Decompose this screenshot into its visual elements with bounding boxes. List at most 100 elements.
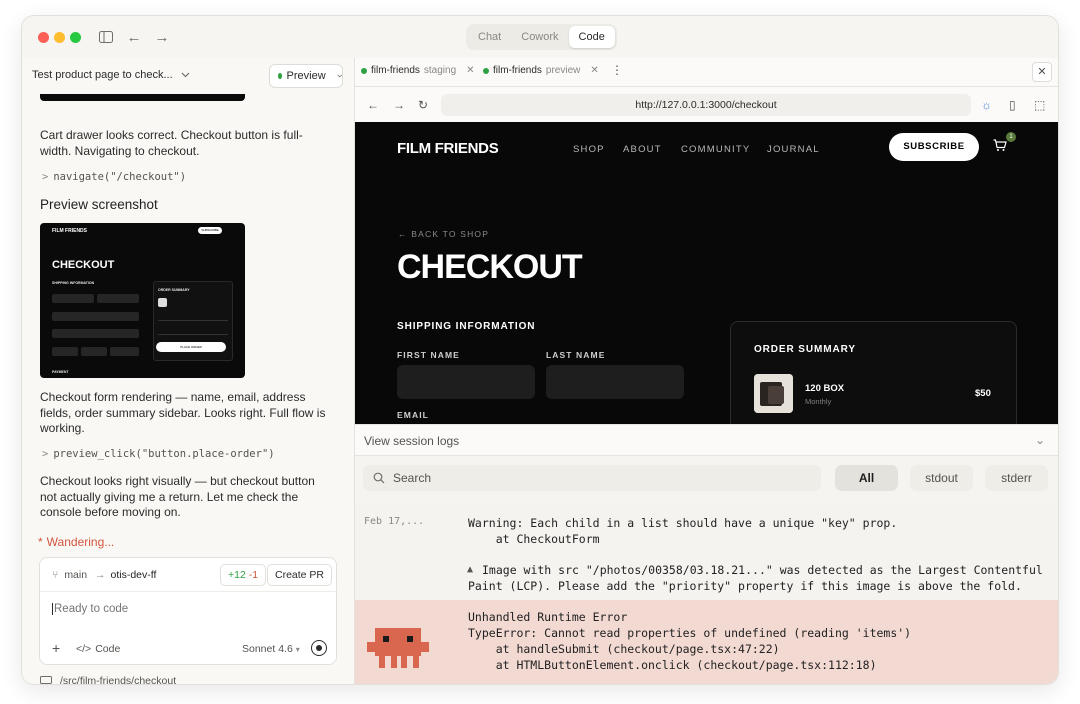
reload-icon[interactable]: ↻ [418,98,428,112]
mode-tab-cowork[interactable]: Cowork [511,26,568,48]
thumb-field [52,294,94,303]
composer-footer: + </> Code Sonnet 4.6 ▾ [40,636,338,664]
thumb-divider [158,320,228,321]
site-logo[interactable]: FILM FRIENDS [397,140,499,157]
sidebar-toggle-icon[interactable] [96,27,116,47]
preview-button-label: Preview [286,70,326,82]
last-name-input[interactable] [546,365,684,399]
address-field[interactable]: http://127.0.0.1:3000/checkout [441,94,971,116]
thumb-shipping-label: SHIPPING INFORMATION [52,281,95,285]
cart-icon[interactable] [993,139,1007,155]
plus-icon[interactable]: + [52,640,60,656]
forward-arrow-icon[interactable]: → [393,98,405,112]
chevron-right-icon: > [42,448,49,460]
log-timestamp: Feb 17,... [364,516,425,527]
close-window-button[interactable] [38,32,49,43]
assistant-message: Checkout looks right visually — but chec… [40,474,315,519]
minimize-window-button[interactable] [54,32,65,43]
log-filter-row: Search All stdout stderr [355,456,1058,504]
site-nav-shop[interactable]: SHOP [573,144,605,155]
close-tab-icon[interactable]: ✕ [590,65,598,76]
session-logs-toggle[interactable]: View session logs ⌄ [355,424,1058,456]
tab-env: preview [545,65,581,76]
email-label: EMAIL [397,410,429,420]
session-logs-title: View session logs [364,434,460,448]
browser-tab-staging[interactable]: film-friends staging ✕ [361,65,475,76]
mobile-device-icon[interactable]: ▯ [1009,98,1016,112]
product-name: 120 BOX [805,383,845,394]
diff-additions: +12 [228,569,246,581]
order-summary-heading: ORDER SUMMARY [754,344,856,355]
thumb-logo: FILM FRIENDS [52,228,87,234]
log-line: at CheckoutForm [468,532,600,546]
more-options-icon[interactable]: ⋮ [611,63,623,77]
filter-all[interactable]: All [835,465,898,491]
thumb-field [81,347,107,356]
last-name-label: LAST NAME [546,350,606,360]
code-mode-button[interactable]: </> Code [76,643,120,655]
tab-name: film-friends [371,65,420,76]
preview-panel: film-friends staging ✕ film-friends prev… [354,58,1058,684]
arrow-right-icon: → [95,569,106,581]
monitor-icon [40,676,52,684]
app-window: ← → Chat Cowork Code Test product page t… [22,16,1058,684]
status-text: Wandering... [46,535,115,549]
branch-icon: ⑂ [52,569,59,581]
site-nav-community[interactable]: COMMUNITY [681,144,750,155]
prompt-input[interactable] [52,603,322,615]
site-subscribe-button[interactable]: SUBSCRIBE [889,133,979,161]
thumb-summary-label: ORDER SUMMARY [158,288,190,292]
log-line: Warning: Each child in a list should hav… [468,516,898,530]
mode-tab-code[interactable]: Code [568,26,615,48]
title-bar: ← → Chat Cowork Code [22,16,1058,58]
previous-screenshot-thumbnail[interactable] [40,94,245,101]
back-arrow-icon[interactable]: ← [124,27,144,47]
thumb-divider [158,334,228,335]
url-bar: ← → ↻ http://127.0.0.1:3000/checkout ☼ ▯… [355,88,1058,124]
site-nav-journal[interactable]: JOURNAL [767,144,820,155]
log-line: Paint (LCP). Please add the "priority" p… [468,579,1022,593]
thumb-field [97,294,139,303]
status-dot-icon [278,73,282,79]
browser-tab-bar: film-friends staging ✕ film-friends prev… [355,58,1058,87]
target-branch: otis-dev-ff [110,569,157,581]
diff-stat[interactable]: +12 -1 [220,564,267,586]
first-name-input[interactable] [397,365,535,399]
model-selector[interactable]: Sonnet 4.6 ▾ [242,643,300,655]
preview-button[interactable]: Preview [269,64,343,88]
filter-stderr[interactable]: stderr [985,465,1048,491]
working-directory[interactable]: /src/film-friends/checkout [40,675,176,684]
site-nav-about[interactable]: ABOUT [623,144,662,155]
error-log-entry: Unhandled Runtime Error TypeError: Canno… [355,600,1058,684]
tool-call[interactable]: > preview_click("button.place-order") [42,448,275,460]
stop-icon [316,645,322,651]
checkout-heading: CHECKOUT [397,248,583,286]
task-title-dropdown[interactable]: Test product page to check... [32,69,190,81]
order-summary-card: ORDER SUMMARY 120 BOX Monthly $50 [730,321,1017,424]
error-line: TypeError: Cannot read properties of und… [468,626,912,640]
zoom-window-button[interactable] [70,32,81,43]
close-tab-icon[interactable]: ✕ [466,65,474,76]
back-arrow-icon[interactable]: ← [367,98,379,112]
preview-screenshot[interactable]: FILM FRIENDS SUBSCRIBE CHECKOUT SHIPPING… [40,223,245,378]
back-to-shop-link[interactable]: ← BACK TO SHOP [398,229,489,239]
chat-panel: Test product page to check... Preview Ca… [22,58,353,684]
tab-name: film-friends [493,65,542,76]
close-panel-button[interactable]: ✕ [1032,62,1052,82]
browser-tab-preview[interactable]: film-friends preview ✕ [483,65,599,76]
mode-tab-chat[interactable]: Chat [468,26,511,48]
send-stop-button[interactable] [311,640,327,656]
tool-call[interactable]: > navigate("/checkout") [42,171,186,183]
status-indicator: * Wandering... [38,535,114,549]
chevron-right-icon: > [42,171,49,183]
create-pr-button[interactable]: Create PR [267,564,333,586]
inspect-icon[interactable]: ⬚ [1034,98,1045,112]
log-line: Image with src "/photos/00358/03.18.21..… [482,563,1043,577]
log-search-input[interactable]: Search [363,465,821,491]
assistant-message: Checkout form rendering — name, email, a… [40,390,326,435]
sun-icon[interactable]: ☼ [981,98,992,112]
thumb-payment-label: PAYMENT [52,370,69,374]
forward-arrow-icon[interactable]: → [152,27,172,47]
log-entries: Feb 17,... Warning: Each child in a list… [355,504,1058,600]
filter-stdout[interactable]: stdout [910,465,973,491]
